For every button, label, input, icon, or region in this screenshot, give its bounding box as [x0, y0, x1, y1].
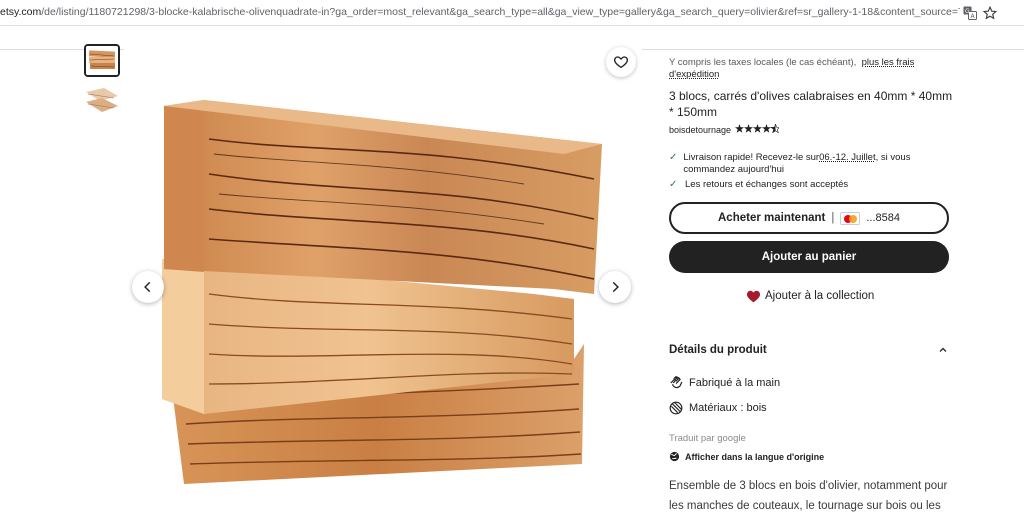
heart-outline-icon: [614, 56, 628, 69]
product-title: 3 blocs, carrés d'olives calabraises en …: [669, 89, 953, 119]
add-to-cart-button[interactable]: Ajouter au panier: [669, 241, 949, 273]
show-original-language-button[interactable]: Afficher dans la langue d'origine: [669, 451, 824, 462]
tax-text: Y compris les taxes locales (le cas éché…: [669, 57, 857, 68]
buy-now-label: Acheter maintenant: [718, 212, 826, 224]
buy-now-button[interactable]: Acheter maintenant | ...8584: [669, 202, 949, 234]
returns-feature: ✓ Les retours et échanges sont acceptés: [669, 179, 929, 191]
materials-detail: Matériaux : bois: [669, 401, 767, 415]
check-icon: ✓: [669, 179, 678, 190]
url-path: /de/listing/1180721298/3-blocke-kalabris…: [41, 6, 960, 18]
product-description: Ensemble de 3 blocs en bois d'olivier, n…: [669, 480, 948, 512]
check-icon: ✓: [669, 152, 678, 163]
materials-icon: [669, 401, 683, 415]
materials-text: Matériaux : bois: [689, 402, 767, 414]
translated-by-note: Traduit par google: [669, 433, 746, 444]
thumbnail-2[interactable]: [84, 84, 120, 118]
thumbnail-1[interactable]: [84, 44, 120, 77]
mastercard-icon: [840, 211, 861, 225]
delivery-prefix: Livraison rapide! Recevez-le sur: [683, 152, 820, 163]
bookmark-star-icon[interactable]: [981, 4, 999, 22]
url-host: etsy.com: [0, 6, 42, 18]
handmade-detail: Fabriqué à la main: [669, 376, 780, 390]
heart-filled-icon: [746, 290, 761, 303]
delivery-dates[interactable]: 06.-12. Juillet: [819, 152, 876, 163]
next-image-button[interactable]: [599, 271, 631, 303]
chevron-right-icon: [612, 281, 619, 293]
buy-now-separator: |: [831, 212, 835, 224]
svg-text:G: G: [965, 8, 970, 15]
returns-text: Les retours et échanges sont acceptés: [685, 179, 849, 190]
card-digits: ...8584: [866, 212, 900, 224]
star-rating[interactable]: [735, 123, 781, 135]
favorite-button[interactable]: [606, 47, 636, 77]
hand-icon: [670, 376, 683, 389]
chevron-left-icon: [144, 281, 151, 293]
address-bar[interactable]: etsy.com/de/listing/1180721298/3-blocke-…: [0, 0, 1024, 26]
handmade-text: Fabriqué à la main: [689, 377, 781, 389]
shop-rating-row: boisdetournage: [669, 123, 781, 135]
product-details-toggle[interactable]: Détails du produit: [669, 344, 949, 356]
url-text[interactable]: etsy.com/de/listing/1180721298/3-blocke-…: [0, 6, 960, 18]
add-to-collection-button[interactable]: Ajouter à la collection: [746, 289, 874, 303]
globe-icon: [669, 451, 680, 462]
show-original-label: Afficher dans la langue d'origine: [685, 451, 825, 462]
previous-image-button[interactable]: [132, 271, 164, 303]
shop-name-link[interactable]: boisdetournage: [669, 125, 731, 135]
product-image[interactable]: [124, 44, 642, 519]
delivery-text: Livraison rapide! Recevez-le sur06.-12. …: [683, 152, 929, 176]
translate-icon[interactable]: GA: [961, 4, 979, 22]
chevron-up-icon: [939, 347, 947, 352]
tax-note: Y compris les taxes locales (le cas éché…: [669, 57, 939, 81]
delivery-feature: ✓ Livraison rapide! Recevez-le sur06.-12…: [669, 152, 929, 176]
product-details-heading: Détails du produit: [669, 344, 767, 356]
add-to-collection-label: Ajouter à la collection: [765, 290, 875, 302]
